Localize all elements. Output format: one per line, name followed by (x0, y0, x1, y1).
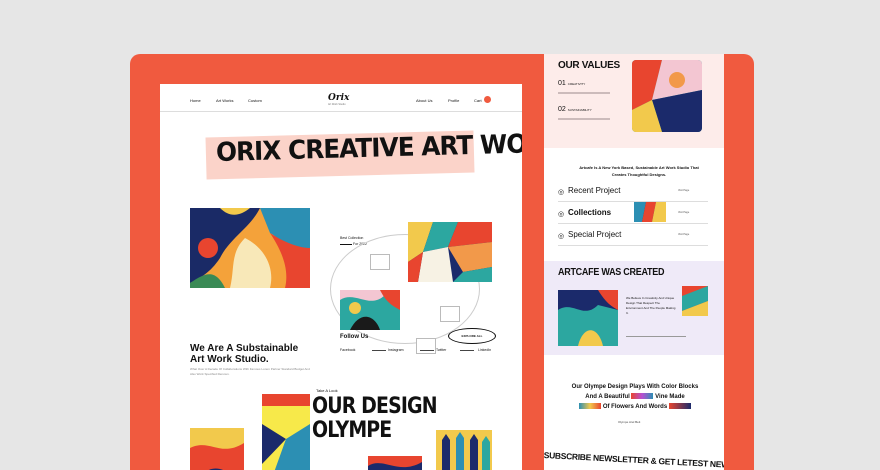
project-link-recent[interactable]: ◎ Recent Project Visit Page (558, 182, 708, 202)
design-artwork-4 (436, 430, 492, 470)
divider (420, 350, 434, 351)
wireframe-box (416, 338, 436, 354)
collections-thumb (634, 202, 666, 222)
nav-cart[interactable]: Cart (474, 98, 482, 103)
social-facebook[interactable]: Facebook (340, 348, 355, 352)
nav-home[interactable]: Home (190, 98, 201, 103)
social-instagram[interactable]: Instagram (388, 348, 404, 352)
olympe-line2: And A Beautiful Vine Made (562, 392, 708, 402)
project-meta: Visit Page (678, 233, 690, 236)
project-link-collections[interactable]: ◎ Collections Visit Page (558, 204, 708, 224)
newsletter-banner: SUBSCRIBE NEWSLETTER & GET LETEST NEWS (544, 450, 724, 470)
project-label: Recent Project (568, 186, 621, 195)
project-label: Special Project (568, 230, 622, 239)
olympe-line2b: Vine Made (655, 394, 685, 400)
design-artwork-2 (262, 394, 310, 470)
follow-title: Follow Us (340, 334, 369, 340)
value-item: 02 SUSTAINABILITY (558, 106, 592, 113)
cart-badge (484, 96, 491, 103)
olympe-line2a: And A Beautiful (585, 394, 630, 400)
nav-profile[interactable]: Profile (448, 98, 459, 103)
social-twitter[interactable]: Twitter (436, 348, 446, 352)
color-swatch (579, 403, 602, 410)
value-label: CREATIVITY (567, 82, 586, 86)
nav-custom[interactable]: Custom (248, 98, 262, 103)
divider (626, 336, 686, 337)
top-nav: Home Art Works Custom Orix Art Work Stud… (160, 84, 522, 112)
value-label: SUSTAINABILITY (567, 108, 592, 112)
hero-title: ORIX CREATIVE ART WORK (215, 128, 522, 168)
project-link-special[interactable]: ◎ Special Project Visit Page (558, 226, 708, 246)
value-number: 01 (558, 80, 566, 87)
studio-tagline: We Are A Substainable Art Work Studio. (190, 343, 299, 365)
arrow-icon: ◎ (558, 233, 565, 240)
arrow-icon: ◎ (558, 189, 565, 196)
created-artwork-small (682, 286, 708, 316)
collection-artwork-1 (408, 222, 492, 282)
divider (372, 350, 386, 351)
studio-tagline-sub: What Over A Decade Of Collaborations Wit… (190, 367, 310, 376)
scrolling-page-preview: OUR VALUES 01 CREATIVITY 02 SUSTAINABILITY… (544, 54, 724, 470)
color-swatch (631, 393, 654, 400)
hero-artwork (190, 208, 310, 288)
olympe-description: Our Olympe Design Plays With Color Block… (562, 382, 708, 412)
value-item: 01 CREATIVITY (558, 80, 585, 87)
design-kicker: Take A Look (316, 388, 338, 393)
created-artwork (558, 290, 618, 346)
olympe-line3-text: Of Flowers And Words (602, 404, 668, 410)
nav-art-works[interactable]: Art Works (216, 98, 233, 103)
project-label: Collections (568, 208, 612, 217)
wireframe-box (370, 254, 390, 270)
social-linkedin[interactable]: LinkedIn (478, 348, 491, 352)
olympe-line3: Of Flowers And Words (562, 402, 708, 412)
design-artwork-3 (368, 456, 422, 470)
wireframe-box (440, 306, 460, 322)
value-description (558, 118, 610, 120)
divider (460, 350, 474, 351)
project-meta: Visit Page (678, 189, 690, 192)
logo-subtitle: Art Work Studio (328, 103, 346, 106)
values-title: OUR VALUES (558, 60, 620, 71)
design-artwork-1 (190, 428, 244, 470)
design-title-line2: OLYMPE (312, 418, 392, 443)
nav-about[interactable]: About Us (416, 98, 432, 103)
showcase-frame: Home Art Works Custom Orix Art Work Stud… (130, 54, 754, 470)
created-title: ARTCAFE WAS CREATED (558, 267, 665, 278)
logo[interactable]: Orix (328, 93, 349, 103)
project-meta: Visit Page (678, 211, 690, 214)
collection-artwork-2 (340, 290, 400, 330)
olympe-line1: Our Olympe Design Plays With Color Block… (571, 384, 699, 390)
created-text: We Believe In Creativity And Unique Desi… (626, 296, 676, 315)
olympe-caption: Olympe Arel Beit (618, 420, 641, 424)
value-number: 02 (558, 106, 566, 113)
explore-all-button[interactable]: EXPLORE ALL (448, 328, 496, 344)
landing-page-mockup: Home Art Works Custom Orix Art Work Stud… (160, 84, 522, 470)
design-title-line1: OUR DESIGN (312, 394, 438, 419)
color-swatch (668, 403, 691, 410)
design-title: OUR DESIGN OLYMPE (312, 394, 438, 443)
value-description (558, 92, 610, 94)
values-artwork (632, 60, 702, 132)
studio-intro: Artcafe Is A New York Based, Sustainable… (579, 165, 699, 177)
collection-label-text: Best Collection (340, 236, 364, 240)
arrow-icon: ◎ (558, 211, 565, 218)
